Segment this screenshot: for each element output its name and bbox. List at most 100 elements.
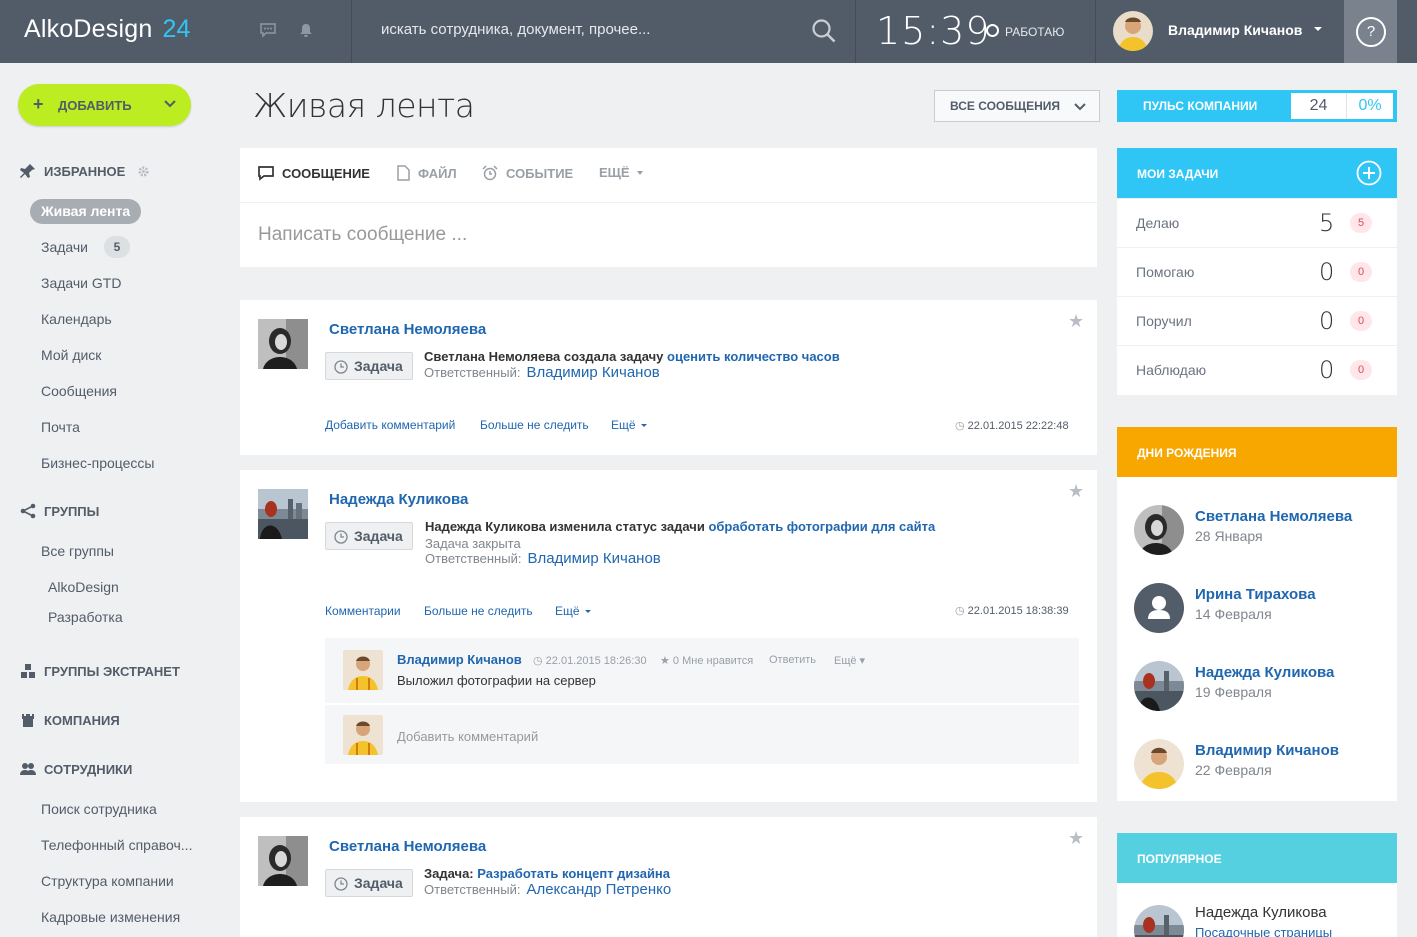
unfollow-link[interactable]: Больше не следить xyxy=(424,604,533,618)
people-icon xyxy=(20,763,36,775)
post-author[interactable]: Надежда Куликова xyxy=(329,491,468,508)
person-link[interactable]: Александр Петренко xyxy=(526,881,671,898)
add-button[interactable]: + ДОБАВИТЬ xyxy=(18,84,191,126)
star-icon[interactable]: ★ xyxy=(1068,828,1084,849)
message-input[interactable]: Написать сообщение ... xyxy=(258,224,467,246)
post-author[interactable]: Светлана Немоляева xyxy=(329,838,486,855)
more-menu[interactable]: Ещё xyxy=(555,604,591,618)
sidebar-item-phone-directory[interactable]: Телефонный справоч... xyxy=(41,837,192,853)
task-link[interactable]: обработать фотографии для сайта xyxy=(708,519,935,534)
sidebar-item-group-development[interactable]: Разработка xyxy=(48,609,123,625)
task-link[interactable]: Разработать концепт дизайна xyxy=(477,866,670,881)
sidebar-section-company[interactable]: КОМПАНИЯ xyxy=(20,712,120,728)
avatar[interactable] xyxy=(258,319,308,369)
avatar[interactable] xyxy=(258,836,308,886)
star-icon[interactable]: ★ xyxy=(1068,481,1084,502)
clock-icon xyxy=(334,530,348,544)
sidebar-item-tasks[interactable]: Задачи xyxy=(41,239,88,255)
birthday-name[interactable]: Ирина Тирахова xyxy=(1195,586,1316,603)
add-button-label: ДОБАВИТЬ xyxy=(58,98,132,113)
comment-more-menu[interactable]: Ещё ▾ xyxy=(834,654,865,667)
filter-dropdown[interactable]: ВСЕ СООБЩЕНИЯ xyxy=(934,90,1100,122)
avatar[interactable] xyxy=(1134,505,1184,555)
pulse-count: 24 xyxy=(1291,93,1347,119)
avatar[interactable] xyxy=(258,489,308,539)
birthday-name[interactable]: Надежда Куликова xyxy=(1195,664,1334,681)
sidebar-item-group-alkodesign[interactable]: AlkoDesign xyxy=(48,579,119,595)
tab-label: ЕЩЁ xyxy=(599,165,630,180)
sidebar-section-groups[interactable]: ГРУППЫ xyxy=(20,503,99,519)
tab-file[interactable]: ФАЙЛ xyxy=(397,165,457,181)
post-date[interactable]: 22.01.2015 22:22:48 xyxy=(955,419,1069,432)
tab-label: СОБЫТИЕ xyxy=(506,165,574,181)
person-link[interactable]: Владимир Кичанов xyxy=(527,550,660,567)
birthday-name[interactable]: Светлана Немоляева xyxy=(1195,508,1352,525)
my-tasks-header[interactable]: МОИ ЗАДАЧИ xyxy=(1117,148,1397,198)
add-comment-input[interactable]: Добавить комментарий xyxy=(397,729,538,744)
company-pulse[interactable]: ПУЛЬС КОМПАНИИ 24 0% xyxy=(1117,90,1397,122)
sidebar-item-messages[interactable]: Сообщения xyxy=(41,383,117,399)
clock[interactable]: 15:39 xyxy=(876,9,991,53)
sidebar-section-extranet[interactable]: ГРУППЫ ЭКСТРАНЕТ xyxy=(20,663,180,679)
tab-message[interactable]: СООБЩЕНИЕ xyxy=(258,165,370,181)
tasks-row-doing[interactable]: Делаю 5 5 xyxy=(1117,199,1397,248)
sidebar-item-find-employee[interactable]: Поиск сотрудника xyxy=(41,801,157,817)
star-icon[interactable]: ★ xyxy=(1068,311,1084,332)
more-menu[interactable]: Ещё xyxy=(611,418,647,432)
sidebar-item-all-groups[interactable]: Все группы xyxy=(41,543,114,559)
avatar[interactable] xyxy=(1134,739,1184,789)
sidebar-item-my-disk[interactable]: Мой диск xyxy=(41,347,101,363)
tasks-row-assigned[interactable]: Поручил 0 0 xyxy=(1117,297,1397,346)
post-date[interactable]: 22.01.2015 18:38:39 xyxy=(955,604,1069,617)
add-comment-link[interactable]: Добавить комментарий xyxy=(325,418,455,432)
comment-author[interactable]: Владимир Кичанов xyxy=(397,652,522,667)
popular-author[interactable]: Надежда Куликова xyxy=(1195,904,1327,921)
bell-icon[interactable] xyxy=(298,22,314,38)
sidebar-item-hr-changes[interactable]: Кадровые изменения xyxy=(41,909,180,925)
user-name[interactable]: Владимир Кичанов xyxy=(1168,22,1302,38)
post-author[interactable]: Светлана Немоляева xyxy=(329,321,486,338)
tasks-row-helping[interactable]: Помогаю 0 0 xyxy=(1117,248,1397,297)
work-status[interactable]: РАБОТАЮ xyxy=(986,24,1064,39)
popular-link[interactable]: Посадочные страницы xyxy=(1195,925,1332,937)
sidebar-item-tasks-gtd[interactable]: Задачи GTD xyxy=(41,275,121,291)
unfollow-link[interactable]: Больше не следить xyxy=(480,418,589,432)
reply-link[interactable]: Ответить xyxy=(769,654,816,666)
avatar[interactable] xyxy=(343,650,383,690)
chevron-down-icon[interactable] xyxy=(1314,27,1322,31)
tasks-row-watching[interactable]: Наблюдаю 0 0 xyxy=(1117,346,1397,395)
logo[interactable]: AlkoDesign 24 xyxy=(24,15,191,44)
help-icon: ? xyxy=(1356,17,1386,47)
sidebar-item-calendar[interactable]: Календарь xyxy=(41,311,112,327)
avatar-placeholder-icon[interactable] xyxy=(1134,583,1184,633)
person-link[interactable]: Владимир Кичанов xyxy=(526,364,659,381)
section-label: ГРУППЫ xyxy=(44,503,100,519)
sidebar-section-employees[interactable]: СОТРУДНИКИ xyxy=(20,761,132,777)
like-button[interactable]: ★ 0 Мне нравится xyxy=(660,654,753,667)
tab-more[interactable]: ЕЩЁ xyxy=(599,165,643,180)
tab-event[interactable]: СОБЫТИЕ xyxy=(482,165,573,181)
chat-icon[interactable] xyxy=(260,22,276,38)
chevron-down-icon xyxy=(1074,103,1086,111)
gear-icon[interactable] xyxy=(137,165,150,178)
help-button[interactable]: ? xyxy=(1344,0,1397,63)
birthdays-header: ДНИ РОЖДЕНИЯ xyxy=(1117,427,1397,477)
task-badge: Задача xyxy=(325,869,413,897)
birthday-name[interactable]: Владимир Кичанов xyxy=(1195,742,1339,759)
search-icon[interactable] xyxy=(811,18,837,44)
avatar[interactable] xyxy=(1113,11,1153,51)
search-input[interactable]: искать сотрудника, документ, прочее... xyxy=(381,21,650,38)
chevron-down-icon xyxy=(164,100,176,108)
sidebar-item-live-feed[interactable]: Живая лента xyxy=(30,199,142,224)
sidebar-item-company-structure[interactable]: Структура компании xyxy=(41,873,174,889)
filter-label: ВСЕ СООБЩЕНИЯ xyxy=(950,99,1061,113)
add-task-icon[interactable] xyxy=(1356,160,1382,186)
avatar[interactable] xyxy=(1134,661,1184,711)
sidebar-section-favorites[interactable]: ИЗБРАННОЕ xyxy=(20,163,158,179)
task-link[interactable]: оценить количество часов xyxy=(667,349,840,364)
comments-link[interactable]: Комментарии xyxy=(325,604,401,618)
pin-icon xyxy=(20,164,35,178)
clock-icon xyxy=(334,877,348,891)
sidebar-item-business-processes[interactable]: Бизнес-процессы xyxy=(41,455,154,471)
sidebar-item-mail[interactable]: Почта xyxy=(41,419,80,435)
